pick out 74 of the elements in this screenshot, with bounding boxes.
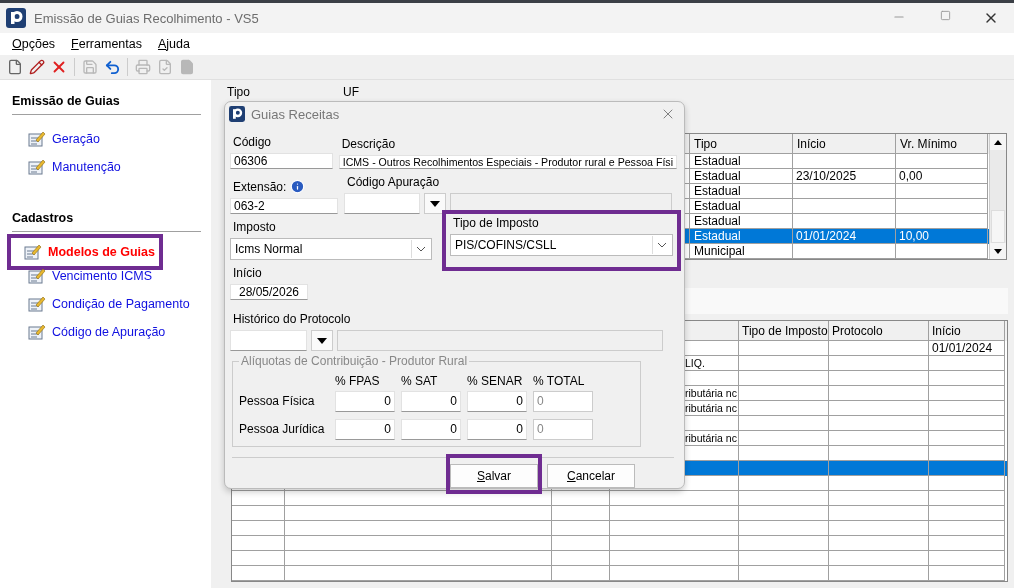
menu-item[interactable]: Opções (4, 37, 64, 51)
number-field[interactable]: 0 (335, 418, 395, 440)
sidebar-link[interactable]: Geração (52, 132, 100, 146)
field-label: Código (233, 135, 273, 149)
field-label: Início (233, 266, 263, 280)
chevron-down-icon (416, 246, 426, 252)
table-cell: Municipal (690, 244, 793, 259)
scroll-up-button[interactable] (990, 134, 1006, 150)
tipo-de-imposto-select[interactable]: PIS/COFINS/CSLL (450, 234, 673, 256)
sidebar-link[interactable]: Código de Apuração (52, 325, 166, 339)
scrollbar[interactable] (989, 134, 1006, 259)
app-logo-icon (6, 8, 26, 28)
notepad-icon (24, 244, 42, 260)
date-field[interactable]: 28/05/2026 (230, 284, 308, 300)
number-field[interactable]: 0 (401, 418, 461, 440)
notepad-icon (28, 324, 46, 340)
number-field: 0 (533, 418, 593, 440)
app-logo-icon (229, 106, 245, 122)
scrollbar-thumb[interactable] (991, 210, 1005, 243)
column-header: % FPAS (335, 374, 381, 388)
scroll-down-button[interactable] (990, 243, 1006, 259)
input-field[interactable]: 06306 (230, 153, 333, 169)
menu-item[interactable]: Ferramentas (63, 37, 150, 51)
input-field[interactable]: ICMS - Outros Recolhimentos Especiais - Produtor rural e Pessoa Físi (338, 155, 677, 169)
number-field[interactable]: 0 (401, 390, 461, 412)
dialog-title: Guias Receitas (251, 106, 340, 122)
group-title: Alíquotas de Contribuição - Produtor Rural (239, 354, 470, 368)
sidebar-link[interactable]: Manutenção (52, 160, 121, 174)
field-label: Extensão: (233, 180, 287, 194)
row-label: Pessoa Física (239, 393, 316, 410)
caret-icon (430, 200, 440, 207)
input-field[interactable]: 063-2 (230, 198, 338, 214)
filter-label: UF (343, 85, 360, 99)
caret-icon (317, 337, 327, 344)
info-icon[interactable] (290, 178, 306, 194)
input-field[interactable] (344, 193, 420, 214)
input-field[interactable] (230, 330, 307, 351)
column-header: % SENAR (467, 374, 524, 388)
column-header: % TOTAL (533, 374, 586, 388)
number-field[interactable]: 0 (335, 390, 395, 412)
field-label: Código Apuração (347, 175, 441, 189)
filter-label: Tipo (227, 85, 251, 99)
number-field[interactable]: 0 (467, 390, 527, 412)
undo-icon[interactable] (103, 58, 121, 76)
dropdown-button[interactable] (311, 330, 333, 351)
field-label: Tipo de Imposto (453, 216, 540, 230)
column-header: % SAT (401, 374, 439, 388)
menu-item[interactable]: Ajuda (149, 37, 198, 51)
notepad-icon (28, 159, 46, 175)
sidebar-link[interactable]: Condição de Pagamento (52, 297, 190, 311)
dialog-button[interactable]: Cancelar (547, 464, 635, 488)
window-title: Emissão de Guias Recolhimento - VS5 (34, 10, 259, 26)
down-triangle-icon (994, 248, 1002, 254)
section-title: Cadastros (12, 211, 201, 232)
row-label: Pessoa Jurídica (239, 421, 326, 438)
notepad-icon (28, 268, 46, 284)
field-label: Descrição (341, 137, 397, 151)
chevron-down-icon (657, 242, 667, 248)
number-field: 0 (533, 390, 593, 412)
new-file-icon[interactable] (6, 58, 24, 76)
field-label: Imposto (233, 220, 277, 234)
notepad-icon (28, 296, 46, 312)
number-field[interactable]: 0 (467, 418, 527, 440)
sidebar-link[interactable]: Modelos de Guias (48, 245, 155, 259)
sidebar-link[interactable]: Vencimento ICMS (52, 269, 153, 283)
table-row[interactable] (232, 491, 1007, 506)
field-label: Histórico do Protocolo (233, 312, 352, 326)
up-triangle-icon (994, 139, 1002, 145)
dropdown-button[interactable] (424, 193, 446, 214)
section-title: Emissão de Guias (12, 94, 201, 115)
dialog-button[interactable]: Salvar (450, 464, 538, 488)
pencil-icon[interactable] (28, 58, 46, 76)
notepad-icon (28, 131, 46, 147)
imposto-select[interactable]: Icms Normal (230, 238, 432, 260)
